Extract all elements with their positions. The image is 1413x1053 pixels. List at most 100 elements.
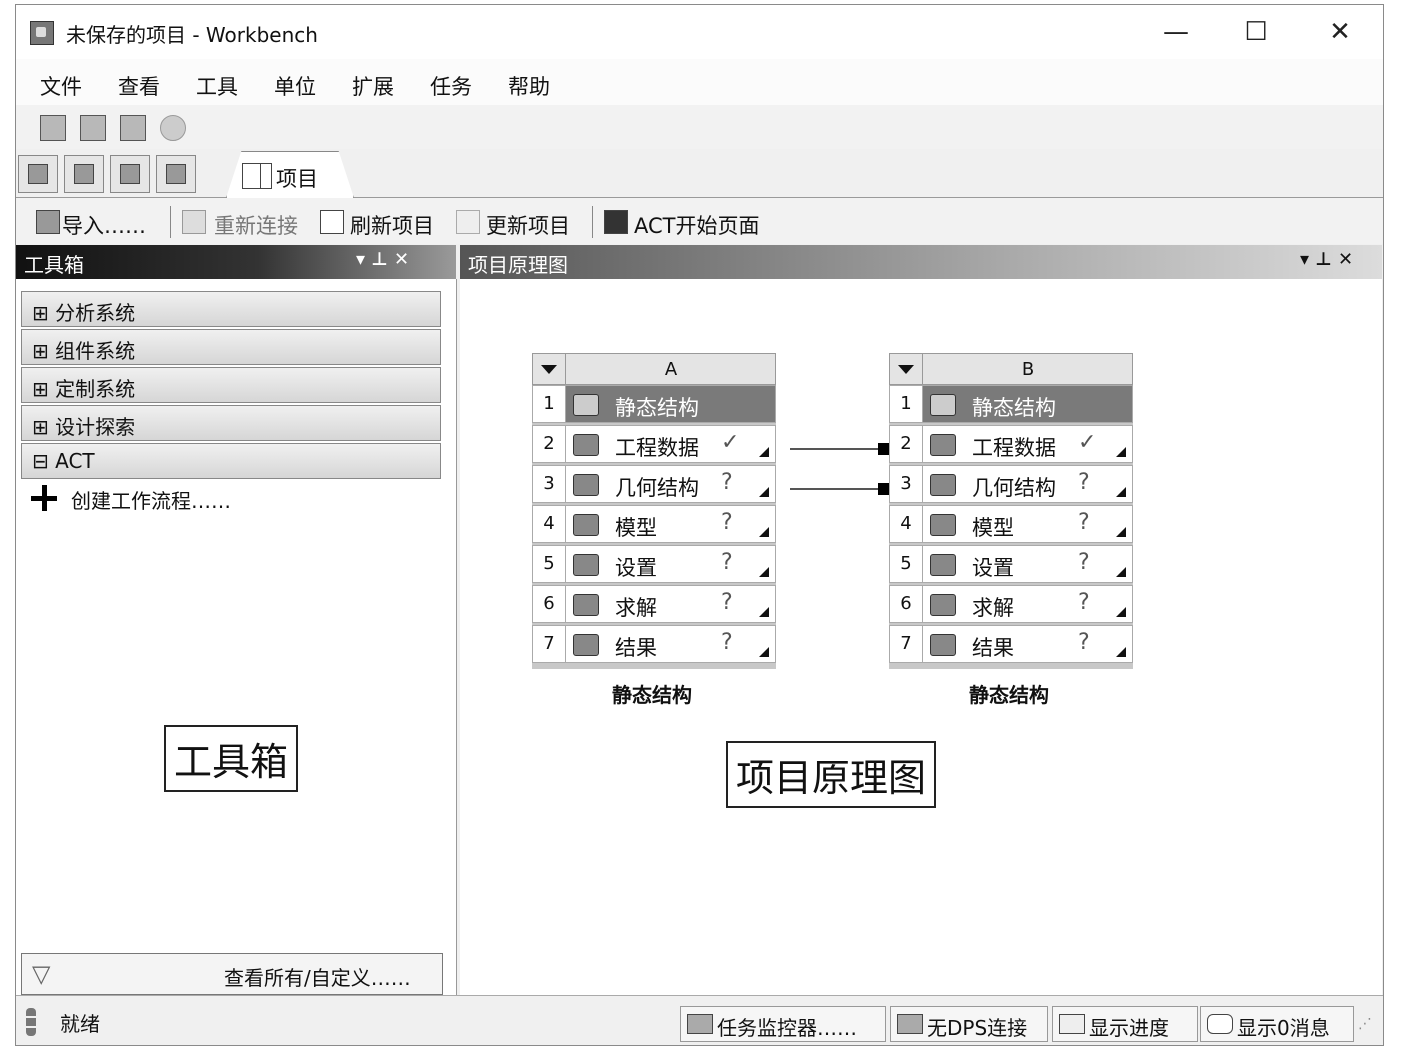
system-b-row-4[interactable]: 4 模型? [889, 505, 1133, 543]
toolbox-panel-buttons[interactable]: ▾ ⊥ ✕ [356, 249, 409, 270]
toolbar-separator [170, 206, 171, 238]
system-a-row-6[interactable]: 6 求解? [532, 585, 776, 623]
system-b-row-6[interactable]: 6 求解? [889, 585, 1133, 623]
minimize-button[interactable]: — [1156, 15, 1196, 49]
question-icon: ? [721, 630, 733, 655]
expand-icon: ⊞ [32, 377, 49, 401]
reconnect-button[interactable]: 重新连接 [214, 210, 298, 240]
category-analysis-systems[interactable]: ⊞ 分析系统 [21, 291, 441, 327]
dps-connection-button[interactable]: 无DPS连接 [890, 1006, 1048, 1042]
engineering-data-icon [930, 434, 956, 456]
system-b-row-3[interactable]: 3 几何结构? [889, 465, 1133, 503]
project-tab-icon [242, 163, 272, 189]
corner-arrow-icon [759, 527, 769, 537]
results-icon [930, 634, 956, 656]
geometry-icon [930, 474, 956, 496]
save-project-button[interactable] [110, 155, 150, 193]
question-icon: ? [721, 470, 733, 495]
task-monitor-button[interactable]: 任务监控器…… [680, 1006, 886, 1042]
menu-jobs[interactable]: 任务 [430, 71, 472, 101]
import-project-icon[interactable] [40, 115, 66, 141]
category-label: 定制系统 [55, 377, 136, 401]
category-design-exploration[interactable]: ⊞ 设计探索 [21, 405, 441, 441]
status-light-icon [26, 1008, 36, 1036]
menu-help[interactable]: 帮助 [508, 71, 550, 101]
toolbox-filter-bar[interactable]: ▽ 查看所有/自定义…… [21, 953, 443, 995]
system-b-row-1[interactable]: 1 静态结构 [889, 385, 1133, 423]
system-a-caption[interactable]: 静态结构 [612, 679, 692, 708]
corner-arrow-icon [759, 447, 769, 457]
question-icon: ? [721, 590, 733, 615]
project-toolbar: 导入…… 重新连接 刷新项目 更新项目 ACT开始页面 [16, 198, 1383, 244]
resize-grip-icon[interactable]: ⋰ [1358, 1016, 1372, 1032]
act-grid-icon [604, 210, 628, 234]
save-icon [120, 164, 140, 184]
globe-icon[interactable] [160, 115, 186, 141]
system-a-row-5[interactable]: 5 设置? [532, 545, 776, 583]
question-icon: ? [1078, 550, 1090, 575]
category-custom-systems[interactable]: ⊞ 定制系统 [21, 367, 441, 403]
category-component-systems[interactable]: ⊞ 组件系统 [21, 329, 441, 365]
menu-tools[interactable]: 工具 [196, 71, 238, 101]
show-messages-button[interactable]: 显示0消息 [1200, 1006, 1354, 1042]
system-a[interactable]: A 1 静态结构 2 工程数据 ✓ 3 几何结构? 4 模型? 5 设置? 6 求解? 7 结果… [532, 353, 776, 669]
system-b-caption[interactable]: 静态结构 [969, 679, 1049, 708]
open-project-button[interactable] [64, 155, 104, 193]
update-project-button[interactable]: 更新项目 [486, 210, 570, 240]
collapse-icon: ⊟ [32, 449, 49, 473]
expand-icon: ⊞ [32, 415, 49, 439]
show-progress-button[interactable]: 显示进度 [1052, 1006, 1198, 1042]
toolbar-separator [592, 206, 593, 238]
system-b-row-5[interactable]: 5 设置? [889, 545, 1133, 583]
corner-arrow-icon [1116, 567, 1126, 577]
window-title: 未保存的项目 - Workbench [66, 23, 318, 47]
category-act[interactable]: ⊟ ACT [21, 443, 441, 479]
system-a-row-3[interactable]: 3 几何结构? [532, 465, 776, 503]
import-button[interactable]: 导入…… [62, 210, 146, 240]
act-start-page-button[interactable]: ACT开始页面 [634, 210, 760, 240]
create-workflow-label: 创建工作流程…… [71, 489, 231, 513]
menu-extensions[interactable]: 扩展 [352, 71, 394, 101]
status-bar: 就绪 任务监控器…… 无DPS连接 显示进度 显示0消息 ⋰ [16, 995, 1383, 1045]
system-b-row-7[interactable]: 7 结果? [889, 625, 1133, 663]
corner-arrow-icon [759, 567, 769, 577]
restore-archive-icon[interactable] [120, 115, 146, 141]
schematic-header: 项目原理图 ▾ ⊥ ✕ [460, 245, 1382, 279]
save-as-button[interactable] [156, 155, 196, 193]
dropdown-arrow-icon[interactable] [898, 365, 914, 374]
system-a-row-2[interactable]: 2 工程数据 ✓ [532, 425, 776, 463]
system-a-row-7[interactable]: 7 结果? [532, 625, 776, 663]
connection-line-engineering-data [790, 448, 890, 450]
corner-arrow-icon [1116, 527, 1126, 537]
check-icon: ✓ [721, 430, 740, 455]
schematic-panel-buttons[interactable]: ▾ ⊥ ✕ [1300, 249, 1353, 270]
question-icon: ? [1078, 630, 1090, 655]
system-a-row-4[interactable]: 4 模型? [532, 505, 776, 543]
new-project-button[interactable] [18, 155, 58, 193]
refresh-project-button[interactable]: 刷新项目 [350, 210, 434, 240]
maximize-button[interactable]: ☐ [1236, 15, 1276, 49]
message-bubble-icon [1207, 1014, 1233, 1034]
system-b[interactable]: B 1 静态结构 2 工程数据 ✓ 3 几何结构? 4 模型? 5 设置? 6 求解? 7 结果… [889, 353, 1133, 669]
corner-arrow-icon [759, 607, 769, 617]
menu-view[interactable]: 查看 [118, 71, 160, 101]
menu-file[interactable]: 文件 [40, 71, 82, 101]
static-structural-icon [573, 394, 599, 416]
menu-units[interactable]: 单位 [274, 71, 316, 101]
filter-icon: ▽ [32, 960, 51, 988]
dropdown-arrow-icon[interactable] [541, 365, 557, 374]
computer-icon [897, 1014, 923, 1034]
save-archive-icon[interactable] [80, 115, 106, 141]
view-all-customize-link[interactable]: 查看所有/自定义…… [224, 962, 411, 991]
reconnect-icon [182, 210, 206, 234]
system-b-header: B [889, 353, 1133, 386]
close-button[interactable]: ✕ [1320, 15, 1360, 49]
corner-arrow-icon [759, 487, 769, 497]
system-a-row-1[interactable]: 1 静态结构 [532, 385, 776, 423]
system-b-row-2[interactable]: 2 工程数据 ✓ [889, 425, 1133, 463]
category-label: 组件系统 [55, 339, 136, 363]
system-b-letter: B [1021, 359, 1035, 380]
tab-row: 项目 [16, 149, 1383, 198]
schematic-title: 项目原理图 [468, 253, 568, 277]
setup-icon [930, 554, 956, 576]
